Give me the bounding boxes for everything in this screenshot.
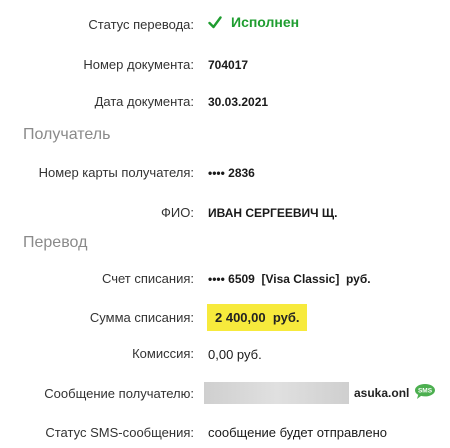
recipient-card-value: •••• 2836 bbox=[208, 166, 255, 180]
status-value-group: Исполнен bbox=[208, 14, 299, 30]
fee-value: 0,00 руб. bbox=[208, 347, 262, 362]
amount-label: Сумма списания: bbox=[89, 310, 194, 325]
recipient-card-label: Номер карты получателя: bbox=[38, 165, 194, 180]
sms-status-value: сообщение будет отправлено bbox=[208, 425, 388, 440]
recipient-section-title: Получатель bbox=[23, 126, 111, 143]
document-date-value: 30.03.2021 bbox=[208, 95, 269, 109]
account-value: •••• 6509 [Visa Classic] руб. bbox=[208, 272, 371, 286]
document-number-label: Номер документа: bbox=[83, 57, 194, 72]
amount-value: 2 400,00 руб. bbox=[207, 304, 308, 331]
recipient-name-label: ФИО: bbox=[161, 205, 194, 220]
document-date-label: Дата документа: bbox=[94, 94, 194, 109]
sms-icon-text: SMS bbox=[418, 388, 433, 395]
sms-icon[interactable]: SMS bbox=[414, 383, 436, 400]
message-label: Сообщение получателю: bbox=[44, 386, 194, 401]
sms-status-label: Статус SMS-сообщения: bbox=[45, 425, 194, 440]
recipient-name-value: ИВАН СЕРГЕЕВИЧ Щ. bbox=[208, 206, 338, 220]
message-value-suffix: asuka.onl bbox=[354, 386, 410, 400]
account-label: Счет списания: bbox=[101, 271, 194, 286]
status-label: Статус перевода: bbox=[88, 17, 194, 32]
fee-label: Комиссия: bbox=[132, 346, 194, 361]
transfer-section-title: Перевод bbox=[23, 234, 88, 251]
checkmark-icon bbox=[208, 15, 222, 28]
message-masked-value bbox=[204, 382, 349, 404]
status-value: Исполнен bbox=[231, 14, 300, 30]
document-number-value: 704017 bbox=[208, 58, 249, 72]
